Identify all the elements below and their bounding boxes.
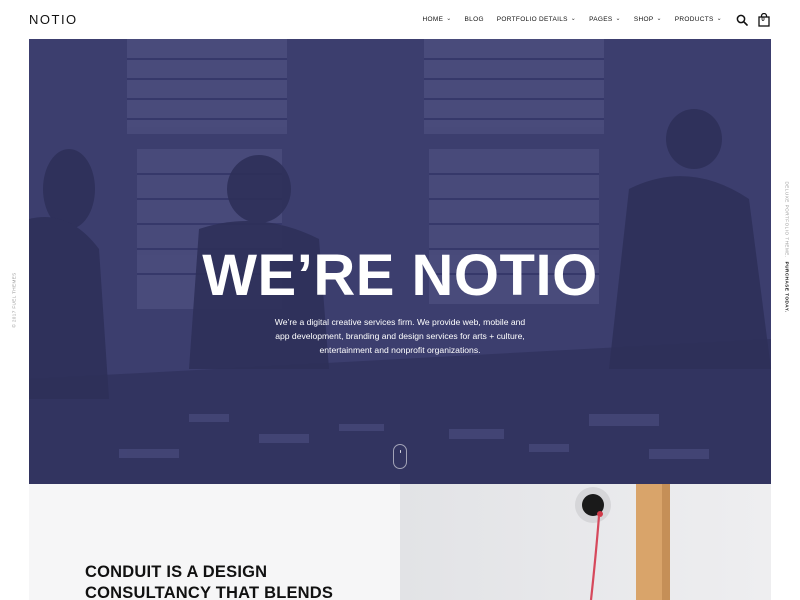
nav-item-portfolio-details[interactable]: PORTFOLIO DETAILS ⌄ <box>497 16 576 23</box>
cart-count-badge: 0 <box>761 16 765 23</box>
chevron-down-icon: ⌄ <box>656 16 662 22</box>
nav-item-blog[interactable]: BLOG <box>465 16 484 23</box>
search-icon[interactable] <box>736 14 748 26</box>
nav-item-home[interactable]: HOME ⌄ <box>423 16 452 23</box>
promo-text: DELUXE PORTFOLIO THEME. <box>784 181 790 258</box>
hero-subtitle: We’re a digital creative services firm. … <box>274 317 526 355</box>
mouse-scroll-icon[interactable] <box>393 444 407 469</box>
wall-plug-image <box>400 484 771 600</box>
nav-label: HOME <box>422 16 444 23</box>
main-nav: HOME ⌄ BLOG PORTFOLIO DETAILS ⌄ PAGES ⌄ SHO… <box>410 0 771 39</box>
hero-section: WE’RE NOTIO We’re a digital creative ser… <box>29 39 771 484</box>
nav-item-pages[interactable]: PAGES ⌄ <box>589 16 621 23</box>
nav-label: SHOP <box>633 16 654 23</box>
chevron-down-icon: ⌄ <box>716 16 722 22</box>
nav-item-shop[interactable]: SHOP ⌄ <box>634 16 662 23</box>
nav-label: PRODUCTS <box>674 16 714 23</box>
intro-heading: CONDUIT IS A DESIGN CONSULTANCY THAT BLE… <box>85 563 334 600</box>
chevron-down-icon: ⌄ <box>615 16 621 22</box>
hero-title: WE’RE NOTIO <box>202 243 598 308</box>
purchase-link[interactable]: PURCHASE TODAY. <box>785 262 790 313</box>
chevron-down-icon: ⌄ <box>446 16 452 22</box>
purchase-promo: DELUXE PORTFOLIO THEME. PURCHASE TODAY. <box>785 181 790 312</box>
chevron-down-icon: ⌄ <box>570 16 577 22</box>
nav-label: PAGES <box>589 16 613 23</box>
site-header: NOTIO HOME ⌄ BLOG PORTFOLIO DETAILS ⌄ PAGE… <box>0 0 800 39</box>
copyright-text: © 2017 FUEL THEMES <box>11 272 17 328</box>
nav-label: BLOG <box>464 16 484 23</box>
intro-image <box>400 484 771 600</box>
scroll-indicator-dot <box>399 450 401 453</box>
intro-panel: CONDUIT IS A DESIGN CONSULTANCY THAT BLE… <box>29 484 400 600</box>
shopping-bag-icon[interactable]: 0 <box>758 12 770 27</box>
site-logo[interactable]: NOTIO <box>29 12 78 27</box>
nav-label: PORTFOLIO DETAILS <box>496 16 568 23</box>
nav-item-products[interactable]: PRODUCTS ⌄ <box>675 16 722 23</box>
